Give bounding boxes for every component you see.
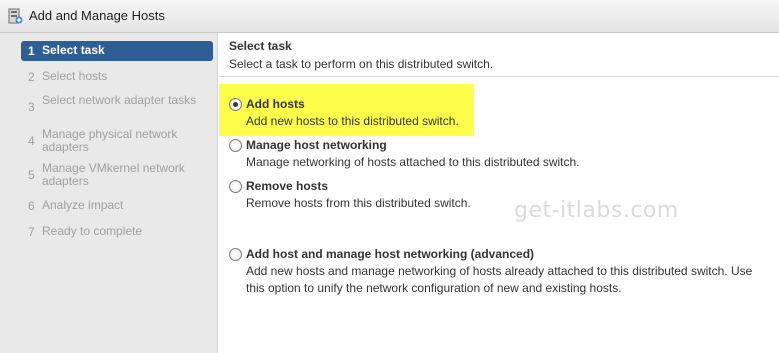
radio-manage-host-networking[interactable]: [229, 139, 242, 152]
option-description: Add new hosts and manage networking of h…: [246, 264, 753, 295]
window-title: Add and Manage Hosts: [29, 8, 165, 23]
wizard-steps-sidebar: 1 Select task 2 Select hosts 3 Select ne…: [0, 33, 218, 353]
radio-remove-hosts[interactable]: [229, 180, 242, 193]
step-number: 5: [28, 168, 35, 182]
step-number: 4: [28, 134, 35, 148]
step-select-task[interactable]: 1 Select task: [21, 41, 213, 61]
step-number: 2: [28, 70, 35, 84]
step-number: 1: [28, 44, 35, 58]
step-label: Select task: [42, 43, 105, 57]
step-label: Manage physical network adapters: [42, 127, 178, 154]
radio-add-and-manage-advanced[interactable]: [229, 248, 242, 261]
wizard-content: Select task Select a task to perform on …: [219, 33, 779, 353]
step-label: Select network adapter tasks: [42, 93, 197, 107]
page-header: Select task Select a task to perform on …: [219, 33, 779, 77]
radio-add-hosts[interactable]: [229, 98, 242, 111]
step-label: Analyze impact: [42, 198, 124, 212]
step-label: Select hosts: [42, 69, 108, 83]
option-label[interactable]: Remove hosts: [246, 179, 328, 193]
step-label: Ready to complete: [42, 224, 143, 238]
step-number: 7: [28, 225, 35, 239]
option-label[interactable]: Add host and manage host networking (adv…: [246, 247, 534, 261]
window-titlebar: Add and Manage Hosts: [0, 0, 779, 33]
option-label[interactable]: Add hosts: [246, 97, 305, 111]
option-description: Remove hosts from this distributed switc…: [246, 196, 471, 210]
step-number: 6: [28, 199, 35, 213]
option-description: Manage networking of hosts attached to t…: [246, 155, 580, 169]
option-description: Add new hosts to this distributed switch…: [246, 114, 459, 128]
add-hosts-wizard-icon: [8, 8, 23, 24]
step-number: 3: [28, 100, 35, 114]
step-label: Manage VMkernel network adapters: [42, 161, 185, 188]
page-title: Select task: [229, 39, 292, 53]
watermark: get-itlabs.com: [514, 198, 679, 223]
option-label[interactable]: Manage host networking: [246, 138, 387, 152]
page-subtitle: Select a task to perform on this distrib…: [229, 57, 494, 71]
